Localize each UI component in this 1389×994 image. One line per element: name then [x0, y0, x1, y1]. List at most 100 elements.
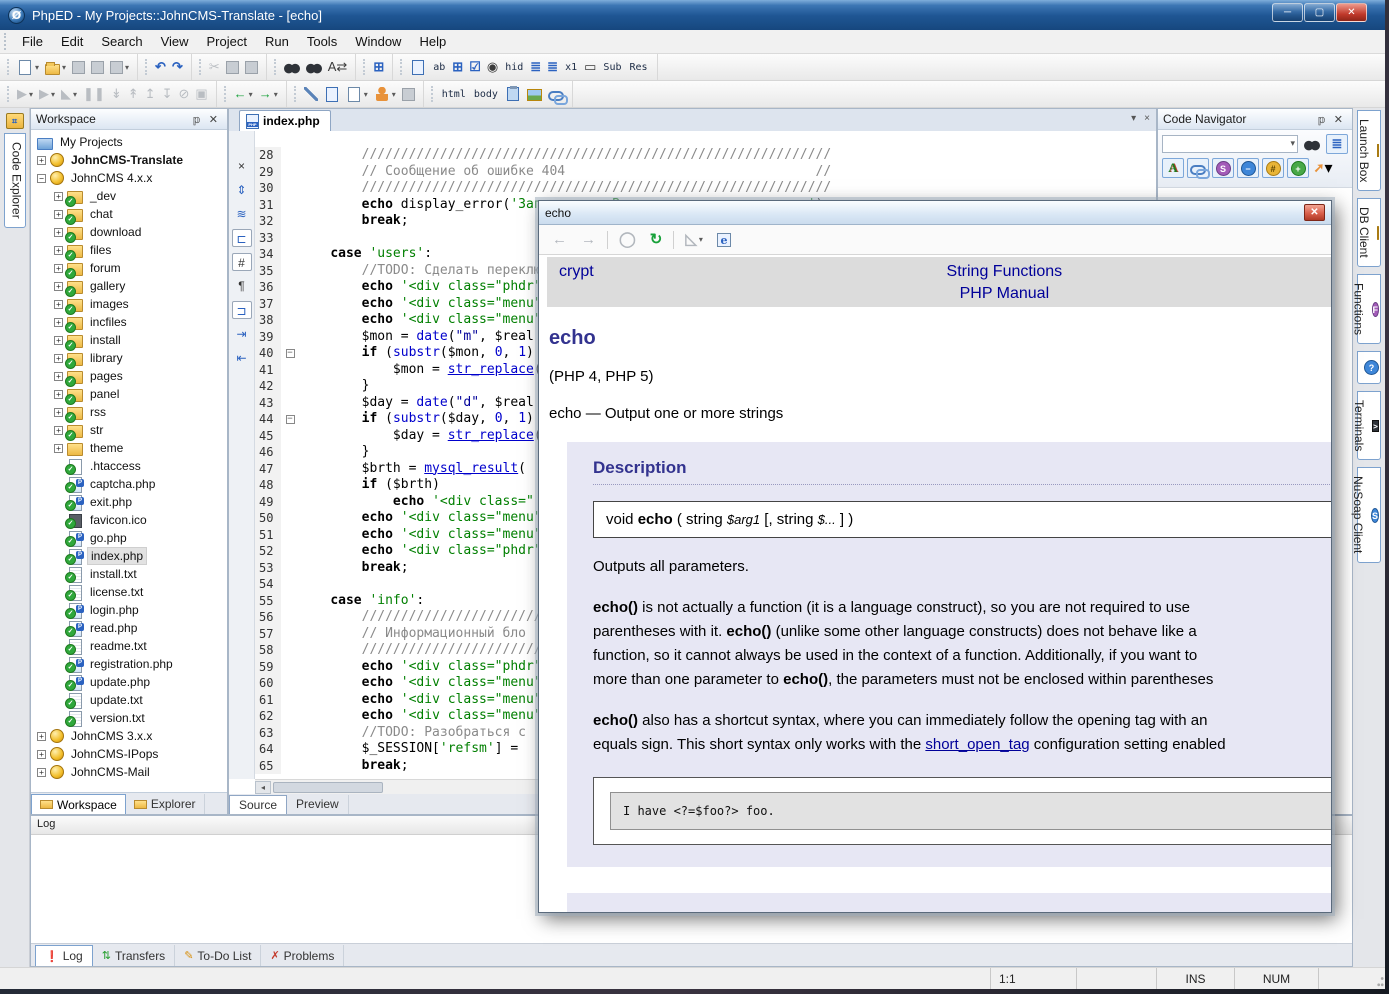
- popup-print-icon[interactable]: ◺▾: [682, 229, 706, 251]
- fold-icon[interactable]: −: [286, 415, 295, 424]
- tree-item-incfiles[interactable]: +incfiles: [31, 313, 227, 331]
- select-block-icon[interactable]: ⊞: [370, 56, 387, 78]
- resize-grip[interactable]: [1371, 968, 1385, 989]
- insert-link-icon[interactable]: [545, 83, 567, 105]
- expand-icon[interactable]: +: [54, 228, 63, 237]
- cut-icon[interactable]: ✂: [206, 56, 223, 78]
- account-icon[interactable]: ▾: [371, 83, 399, 105]
- debug-icon[interactable]: ▶▾: [36, 83, 58, 105]
- popup-title-bar[interactable]: echo ✕: [539, 201, 1331, 225]
- menu-project[interactable]: Project: [198, 32, 256, 51]
- tab-explorer[interactable]: Explorer: [126, 794, 205, 814]
- step-over-icon[interactable]: ↟: [125, 83, 142, 105]
- fold-column[interactable]: [281, 263, 299, 280]
- menu-edit[interactable]: Edit: [52, 32, 92, 51]
- code-line-28[interactable]: 28 /////////////////////////////////////…: [255, 147, 1156, 164]
- fold-column[interactable]: [281, 576, 299, 593]
- fold-column[interactable]: [281, 675, 299, 692]
- tree-item-johncms-ipops[interactable]: +JohnCMS-IPops: [31, 745, 227, 763]
- copy-html-icon[interactable]: [502, 83, 524, 105]
- minimize-button[interactable]: ─: [1272, 3, 1303, 22]
- show-public-icon[interactable]: +: [1287, 158, 1309, 178]
- tree-item--htaccess[interactable]: .htaccess: [31, 457, 227, 475]
- scroll-left-icon[interactable]: ◂: [255, 781, 271, 794]
- tree-item-panel[interactable]: +panel: [31, 385, 227, 403]
- expand-icon[interactable]: −: [37, 174, 46, 183]
- fold-column[interactable]: [281, 213, 299, 230]
- navigator-find-icon[interactable]: [1301, 134, 1323, 154]
- link-string-functions[interactable]: String Functions: [947, 263, 1063, 280]
- tab-problems[interactable]: ✗Problems: [261, 945, 344, 966]
- menu-tools[interactable]: Tools: [298, 32, 346, 51]
- form-hidden-icon[interactable]: hid: [501, 56, 527, 78]
- fold-column[interactable]: [281, 312, 299, 329]
- expand-icon[interactable]: +: [54, 408, 63, 417]
- code-line-30[interactable]: 30 /////////////////////////////////////…: [255, 180, 1156, 197]
- body-tag-button[interactable]: body: [470, 83, 502, 105]
- expand-icon[interactable]: +: [54, 444, 63, 453]
- tab-to-do-list[interactable]: ✎To-Do List: [175, 945, 261, 966]
- popup-close-button[interactable]: ✕: [1304, 204, 1325, 221]
- tab-terminals[interactable]: >Terminals: [1357, 391, 1381, 460]
- fold-column[interactable]: [281, 642, 299, 659]
- tab-db-client[interactable]: DB Client: [1357, 198, 1381, 267]
- popup-back-icon[interactable]: ←: [549, 229, 570, 251]
- expand-icon[interactable]: +: [54, 426, 63, 435]
- tree-item--dev[interactable]: +_dev: [31, 187, 227, 205]
- settings-icon[interactable]: [301, 83, 321, 105]
- fold-icon[interactable]: −: [286, 349, 295, 358]
- tree-item-str[interactable]: +str: [31, 421, 227, 439]
- stop-icon[interactable]: ⊘: [175, 83, 192, 105]
- pin-icon[interactable]: 𝕡: [1314, 113, 1330, 126]
- expand-icon[interactable]: +: [54, 210, 63, 219]
- save-icon[interactable]: [69, 56, 88, 78]
- show-static-icon[interactable]: S: [1212, 158, 1234, 178]
- run-icon[interactable]: ▶▾: [14, 83, 36, 105]
- menu-file[interactable]: File: [13, 32, 52, 51]
- pilcrow-icon[interactable]: ¶: [232, 277, 252, 295]
- close-tab-icon[interactable]: ×: [1144, 113, 1150, 124]
- fold-column[interactable]: [281, 758, 299, 775]
- expand-icon[interactable]: +: [54, 318, 63, 327]
- tab-workspace[interactable]: Workspace: [31, 794, 126, 814]
- fold-column[interactable]: [281, 461, 299, 478]
- step-into-icon[interactable]: ↡: [108, 83, 125, 105]
- fold-column[interactable]: [281, 362, 299, 379]
- tree-item-read-php[interactable]: Pread.php: [31, 619, 227, 637]
- menu-window[interactable]: Window: [346, 32, 410, 51]
- expand-icon[interactable]: +: [54, 192, 63, 201]
- tab-list-icon[interactable]: ▾: [1131, 113, 1136, 124]
- tree-item-forum[interactable]: +forum: [31, 259, 227, 277]
- open-file-icon[interactable]: ▾: [42, 56, 69, 78]
- tab-nusoap-client[interactable]: SNuSoap Client: [1357, 467, 1381, 562]
- tree-item-install-txt[interactable]: install.txt: [31, 565, 227, 583]
- tree-item-download[interactable]: +download: [31, 223, 227, 241]
- forward-icon[interactable]: →▾: [256, 83, 281, 105]
- tree-item-favicon-ico[interactable]: favicon.ico: [31, 511, 227, 529]
- fold-column[interactable]: [281, 296, 299, 313]
- fold-column[interactable]: [281, 626, 299, 643]
- link-members-icon[interactable]: [1187, 158, 1209, 178]
- tab-preview[interactable]: Preview: [287, 795, 349, 814]
- find-in-files-icon[interactable]: [303, 56, 325, 78]
- indent-decrease-icon[interactable]: ⇤: [232, 349, 252, 367]
- show-protected-icon[interactable]: #: [1262, 158, 1284, 178]
- tree-item-rss[interactable]: +rss: [31, 403, 227, 421]
- tree-item-johncms-3-x-x[interactable]: +JohnCMS 3.x.x: [31, 727, 227, 745]
- scrollbar-thumb[interactable]: [273, 782, 383, 793]
- link-php-manual[interactable]: PHP Manual: [960, 285, 1050, 302]
- tab-functions[interactable]: FFunctions: [1357, 274, 1381, 344]
- form-radio-icon[interactable]: ◉: [484, 56, 501, 78]
- tree-item-files[interactable]: +files: [31, 241, 227, 259]
- code-fold-icon[interactable]: ⊐: [232, 301, 252, 319]
- insert-image-icon[interactable]: [524, 83, 545, 105]
- form-listbox-icon[interactable]: ≣: [527, 56, 544, 78]
- fold-column[interactable]: [281, 378, 299, 395]
- expand-icon[interactable]: +: [54, 390, 63, 399]
- sort-alpha-icon[interactable]: A: [1162, 158, 1184, 178]
- show-private-icon[interactable]: −: [1237, 158, 1259, 178]
- expand-icon[interactable]: +: [54, 246, 63, 255]
- tree-item-registration-php[interactable]: Pregistration.php: [31, 655, 227, 673]
- popup-browser-icon[interactable]: e: [714, 229, 734, 251]
- fold-column[interactable]: [281, 609, 299, 626]
